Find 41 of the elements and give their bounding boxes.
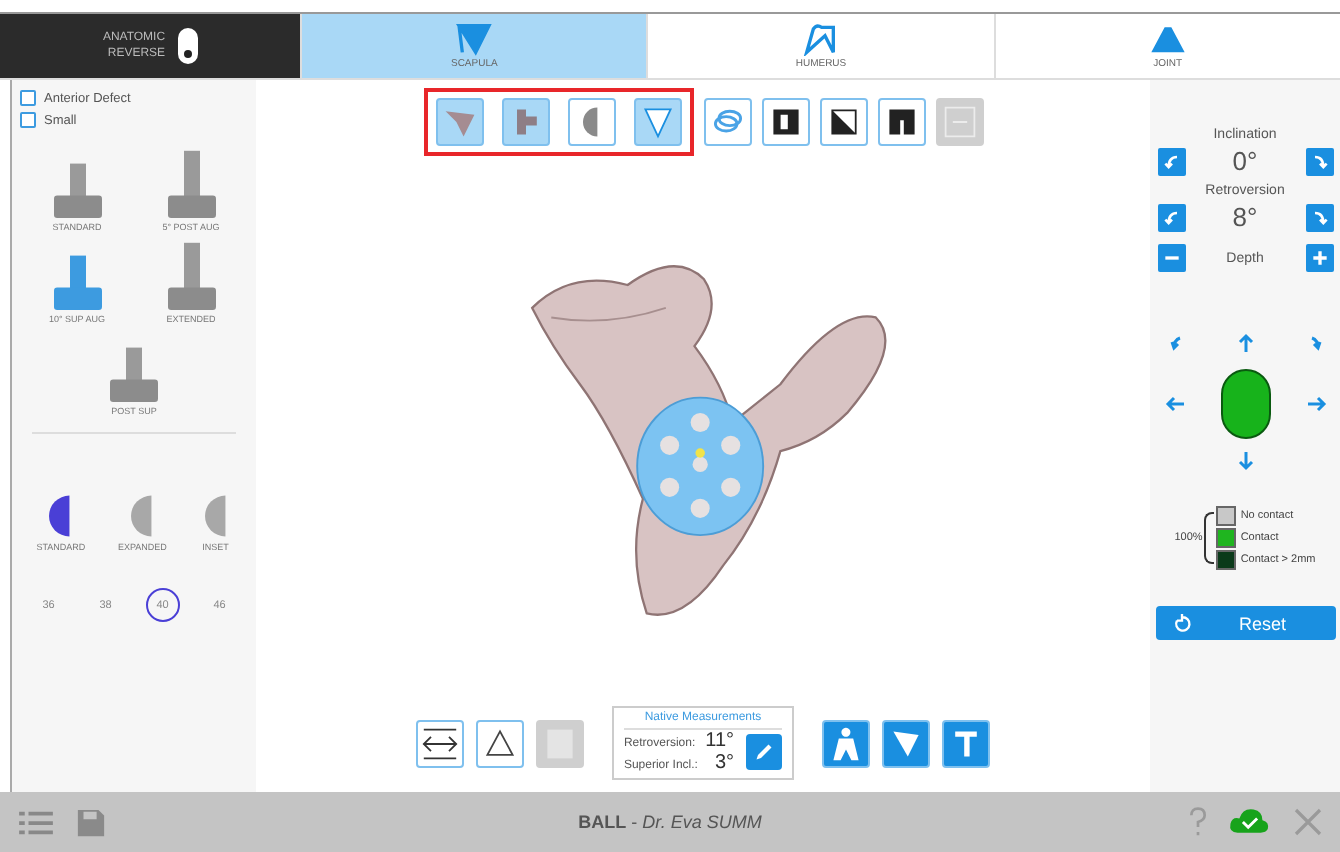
plus-button[interactable]: [1305, 244, 1333, 272]
scapula-icon: [454, 22, 495, 56]
rotate-right-button[interactable]: [1305, 147, 1333, 175]
triangle-icon: [481, 725, 518, 761]
plus-icon: [1309, 248, 1329, 268]
curved-arrow-icon: [1161, 207, 1181, 227]
checkbox[interactable]: [20, 90, 36, 106]
blank-icon: [941, 104, 977, 140]
brace-icon: [1204, 512, 1215, 564]
curved-arrow-icon: [1161, 151, 1181, 171]
image-icon: [883, 104, 919, 140]
checkbox[interactable]: [20, 112, 36, 128]
measurement-value: 11°: [705, 730, 735, 752]
pencil-icon: [752, 740, 777, 764]
measure-tool-button[interactable]: [475, 719, 524, 767]
joint-icon: [1147, 22, 1188, 56]
image-icon: [767, 104, 803, 140]
adjustment-value: 8°: [1232, 202, 1258, 232]
mode-toggle[interactable]: [177, 28, 198, 64]
scapula-icon: [639, 104, 675, 140]
undo-icon: [1171, 613, 1191, 633]
view-tool-button[interactable]: [819, 98, 867, 146]
ruler-icon: [421, 725, 458, 761]
rotate-left-button[interactable]: [1157, 147, 1185, 175]
image-icon: [825, 104, 861, 140]
adjustment-value: 0°: [1232, 146, 1258, 176]
edit-button[interactable]: [746, 734, 783, 770]
list-icon[interactable]: [16, 807, 56, 837]
rotate-left-button[interactable]: [1157, 203, 1185, 231]
case-title: BALL - Dr. Eva SUMM: [578, 812, 762, 832]
minus-button[interactable]: [1157, 244, 1185, 272]
view-tool-button[interactable]: [761, 98, 809, 146]
curved-arrow-icon: [1309, 207, 1329, 227]
reset-button[interactable]: Reset: [1155, 606, 1335, 640]
save-icon[interactable]: [76, 807, 106, 837]
cloud-check-icon[interactable]: [1227, 806, 1272, 838]
measure-tool-button[interactable]: [415, 719, 464, 767]
measurement-value: 3°: [714, 752, 735, 774]
curved-arrow-icon: [1309, 151, 1329, 171]
view-tool-button[interactable]: [877, 98, 925, 146]
rotate-right-button[interactable]: [1305, 203, 1333, 231]
